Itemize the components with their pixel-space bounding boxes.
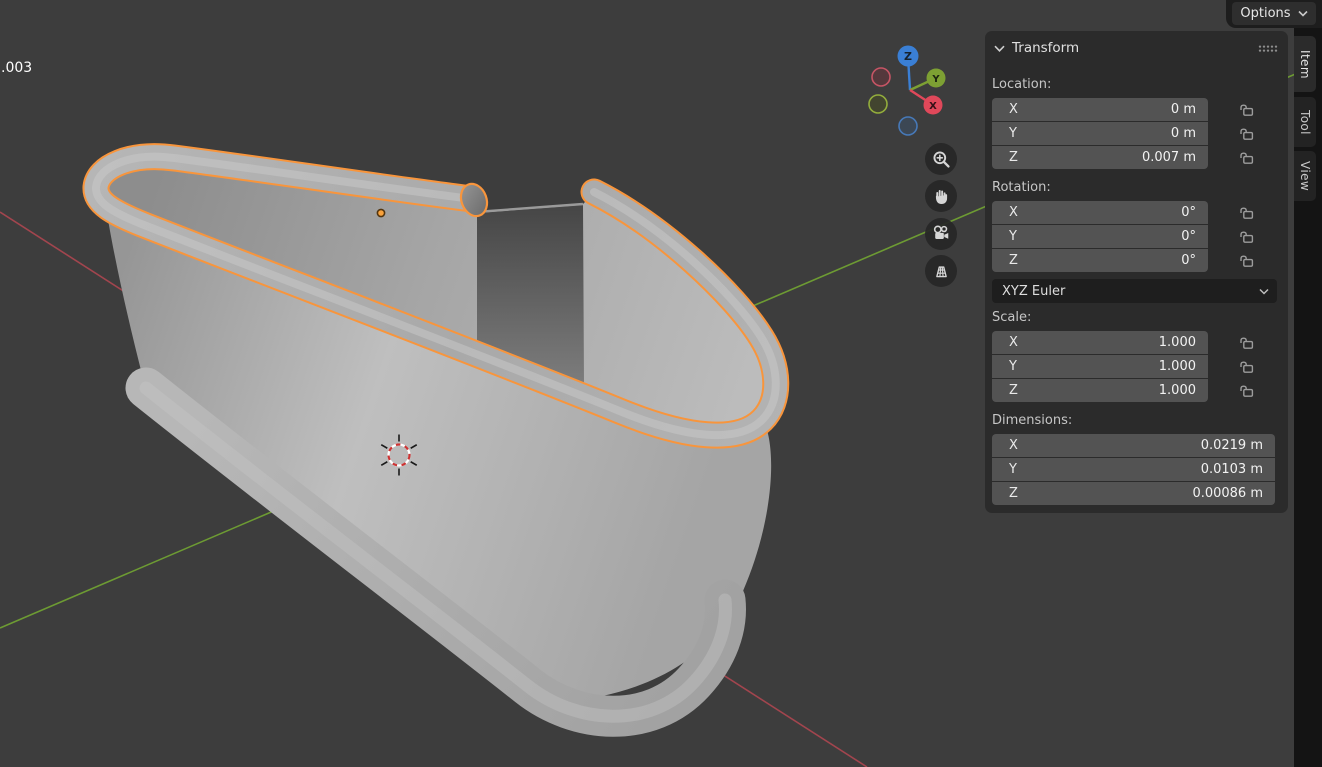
tab-item[interactable]: Item	[1294, 36, 1316, 92]
dimensions-y-field[interactable]: Y 0.0103 m	[992, 458, 1275, 481]
options-button[interactable]: Options	[1232, 2, 1316, 25]
location-locks	[1208, 98, 1255, 170]
rotation-x-field[interactable]: X 0°	[992, 201, 1208, 224]
active-object-label: .003	[1, 60, 32, 76]
location-z-lock-button[interactable]	[1208, 146, 1255, 170]
hand-icon	[932, 187, 951, 206]
panel-drag-grip[interactable]	[1258, 44, 1278, 53]
gizmo-z-label: Z	[904, 50, 912, 63]
scale-label: Scale:	[992, 310, 1288, 325]
camera-button[interactable]	[925, 218, 957, 250]
location-label: Location:	[992, 77, 1288, 92]
transform-panel-header[interactable]: Transform	[985, 31, 1288, 57]
dimensions-fields: X 0.0219 m Y 0.0103 m Z 0.00086 m	[992, 434, 1275, 505]
panel-title: Transform	[1012, 40, 1079, 56]
location-y-lock-button[interactable]	[1208, 122, 1255, 146]
scale-fields: X 1.000 Y 1.000 Z 1.000	[992, 331, 1208, 403]
grid-icon	[932, 262, 951, 281]
pan-button[interactable]	[925, 180, 957, 212]
grip-dots-icon	[1258, 44, 1278, 53]
unlock-icon	[1239, 254, 1255, 268]
rotation-x-lock-button[interactable]	[1208, 201, 1255, 225]
unlock-icon	[1239, 230, 1255, 244]
location-fields: X 0 m Y 0 m Z 0.007 m	[992, 98, 1208, 170]
unlock-icon	[1239, 206, 1255, 220]
rotation-y-field[interactable]: Y 0°	[992, 225, 1208, 248]
zoom-button[interactable]	[925, 143, 957, 175]
scale-locks	[1208, 331, 1255, 403]
scale-x-lock-button[interactable]	[1208, 331, 1255, 355]
rotation-y-lock-button[interactable]	[1208, 225, 1255, 249]
gizmo-y-label: Y	[931, 74, 940, 85]
unlock-icon	[1239, 384, 1255, 398]
gizmo-axis-z-neg[interactable]	[899, 117, 917, 135]
navigation-gizmo[interactable]: Z Y X	[869, 46, 946, 136]
grid-button[interactable]	[925, 255, 957, 287]
rotation-label: Rotation:	[992, 180, 1288, 195]
unlock-icon	[1239, 360, 1255, 374]
sidebar-tab-strip: Item Tool View	[1294, 28, 1322, 767]
location-x-lock-button[interactable]	[1208, 98, 1255, 122]
location-y-field[interactable]: Y 0 m	[992, 122, 1208, 145]
magnifier-plus-icon	[932, 150, 951, 169]
unlock-icon	[1239, 151, 1255, 165]
chevron-down-icon	[1298, 10, 1308, 17]
camera-icon	[931, 224, 951, 244]
chevron-down-icon	[994, 45, 1005, 52]
viewport-header-strip: Options	[1226, 0, 1322, 28]
rotation-mode-dropdown[interactable]: XYZ Euler	[992, 279, 1277, 303]
tab-view[interactable]: View	[1294, 151, 1316, 201]
scale-z-field[interactable]: Z 1.000	[992, 379, 1208, 402]
gizmo-axis-y-neg[interactable]	[869, 95, 887, 113]
object-origin-point	[377, 209, 384, 216]
chevron-down-icon	[1259, 288, 1269, 295]
unlock-icon	[1239, 336, 1255, 350]
scale-x-field[interactable]: X 1.000	[992, 331, 1208, 354]
gizmo-x-label: X	[929, 101, 937, 112]
scale-z-lock-button[interactable]	[1208, 379, 1255, 403]
unlock-icon	[1239, 127, 1255, 141]
dimensions-z-field[interactable]: Z 0.00086 m	[992, 482, 1275, 505]
location-z-field[interactable]: Z 0.007 m	[992, 146, 1208, 169]
scale-y-lock-button[interactable]	[1208, 355, 1255, 379]
location-x-field[interactable]: X 0 m	[992, 98, 1208, 121]
transform-panel: Transform Location: X 0 m Y 0 m Z 0.007	[985, 31, 1288, 513]
tab-tool[interactable]: Tool	[1294, 97, 1316, 147]
rotation-z-field[interactable]: Z 0°	[992, 249, 1208, 272]
dimensions-label: Dimensions:	[992, 413, 1288, 428]
rotation-fields: X 0° Y 0° Z 0°	[992, 201, 1208, 273]
unlock-icon	[1239, 103, 1255, 117]
rotation-locks	[1208, 201, 1255, 273]
dimensions-x-field[interactable]: X 0.0219 m	[992, 434, 1275, 457]
options-label: Options	[1240, 6, 1290, 21]
gizmo-axis-x-neg[interactable]	[872, 68, 890, 86]
rotation-z-lock-button[interactable]	[1208, 249, 1255, 273]
scale-y-field[interactable]: Y 1.000	[992, 355, 1208, 378]
